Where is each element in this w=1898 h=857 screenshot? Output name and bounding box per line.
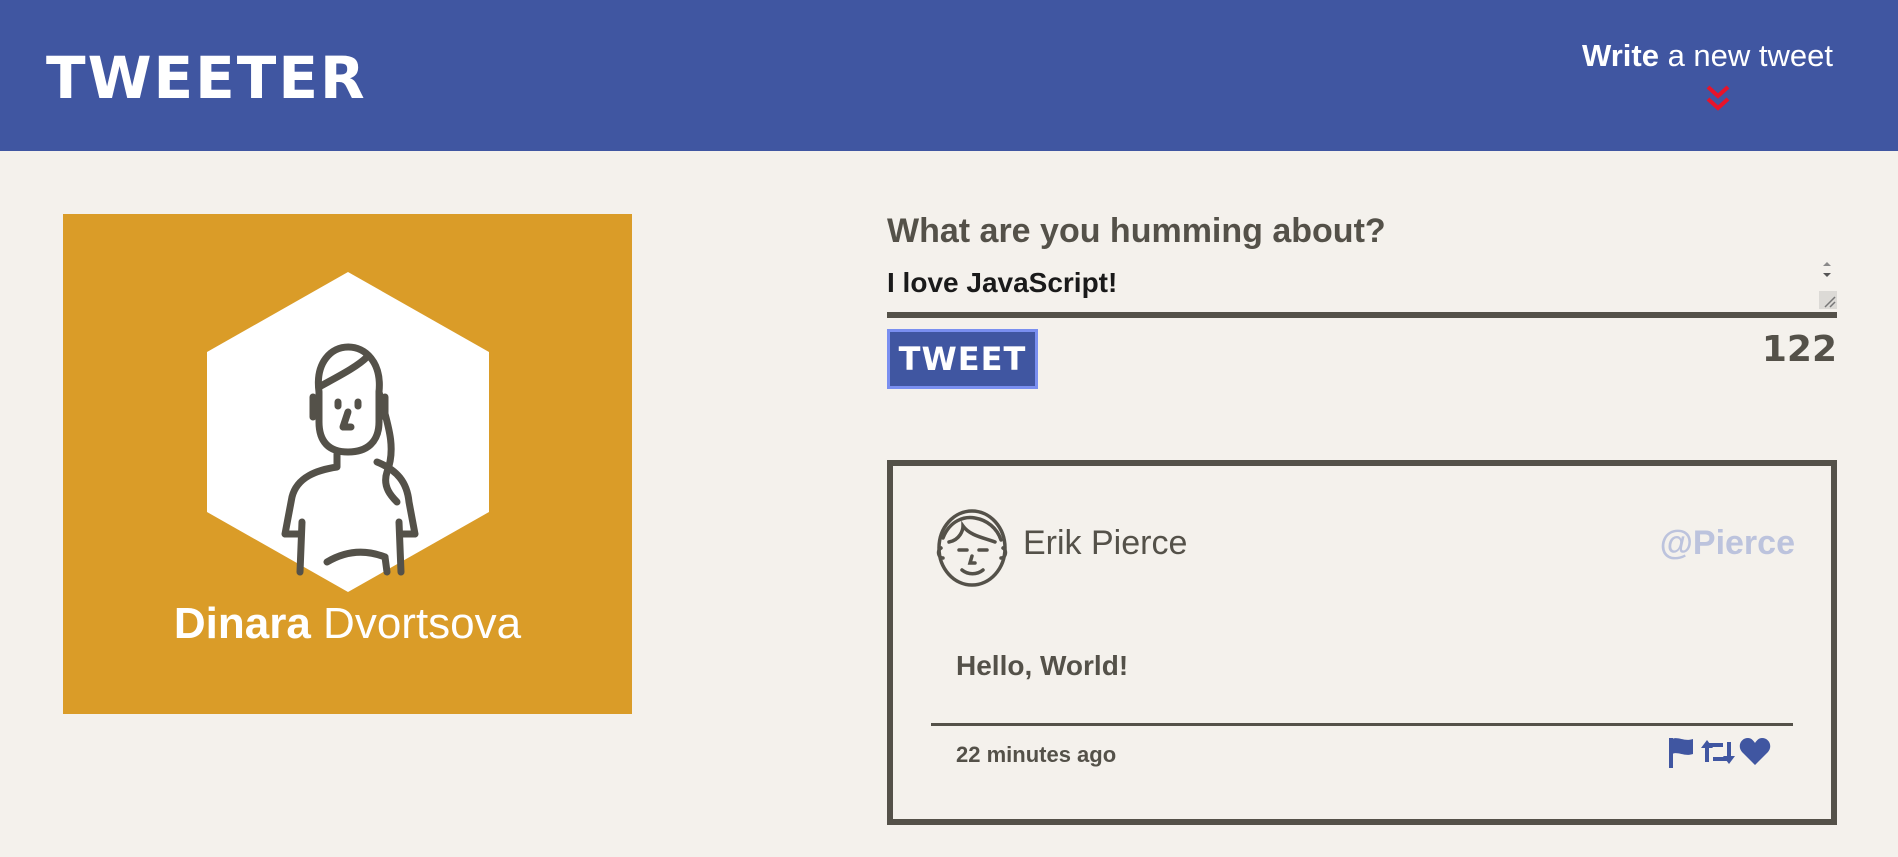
woman-avatar-icon [207,272,489,592]
tweet-author-name: Erik Pierce [1023,524,1188,562]
tweet-timestamp: 22 minutes ago [956,742,1117,767]
new-tweet-form: What are you humming about? I love JavaS… [887,212,1837,389]
profile-name: Dinara Dvortsova [63,599,632,649]
profile-first-name: Dinara [173,599,311,648]
tweet-actions [1666,736,1771,770]
write-link-text: a new tweet [1658,38,1833,73]
textarea-underline [887,312,1837,318]
tweet-card: Erik Pierce @Pierce Hello, World! 22 min… [887,460,1837,825]
write-new-tweet-link[interactable]: Write a new tweet [1582,38,1833,74]
profile-last-name: Dvortsova [310,599,522,648]
resize-grip-icon [1824,296,1836,308]
tweet-author-handle[interactable]: @Pierce [1660,524,1795,563]
compose-label: What are you humming about? [887,212,1386,250]
character-counter: 122 [1761,329,1837,370]
profile-card: Dinara Dvortsova [63,214,632,714]
top-nav: TWEETER Write a new tweet [0,0,1898,151]
tweet-textarea[interactable]: I love JavaScript! [887,267,1837,313]
heart-icon[interactable] [1739,736,1771,768]
double-chevron-down-icon[interactable] [1704,84,1732,114]
write-link-bold: Write [1582,38,1659,73]
brand-logo[interactable]: TWEETER [46,44,367,112]
tweet-divider [931,723,1793,726]
tweet-content: Hello, World! [956,650,1129,681]
resize-handle[interactable] [1819,291,1837,309]
retweet-icon[interactable] [1700,736,1735,768]
tweet-button[interactable]: TWEET [887,329,1038,389]
man-avatar-icon [936,509,1008,587]
flag-icon[interactable] [1666,736,1696,768]
textarea-scroll-arrows[interactable] [1819,259,1835,281]
